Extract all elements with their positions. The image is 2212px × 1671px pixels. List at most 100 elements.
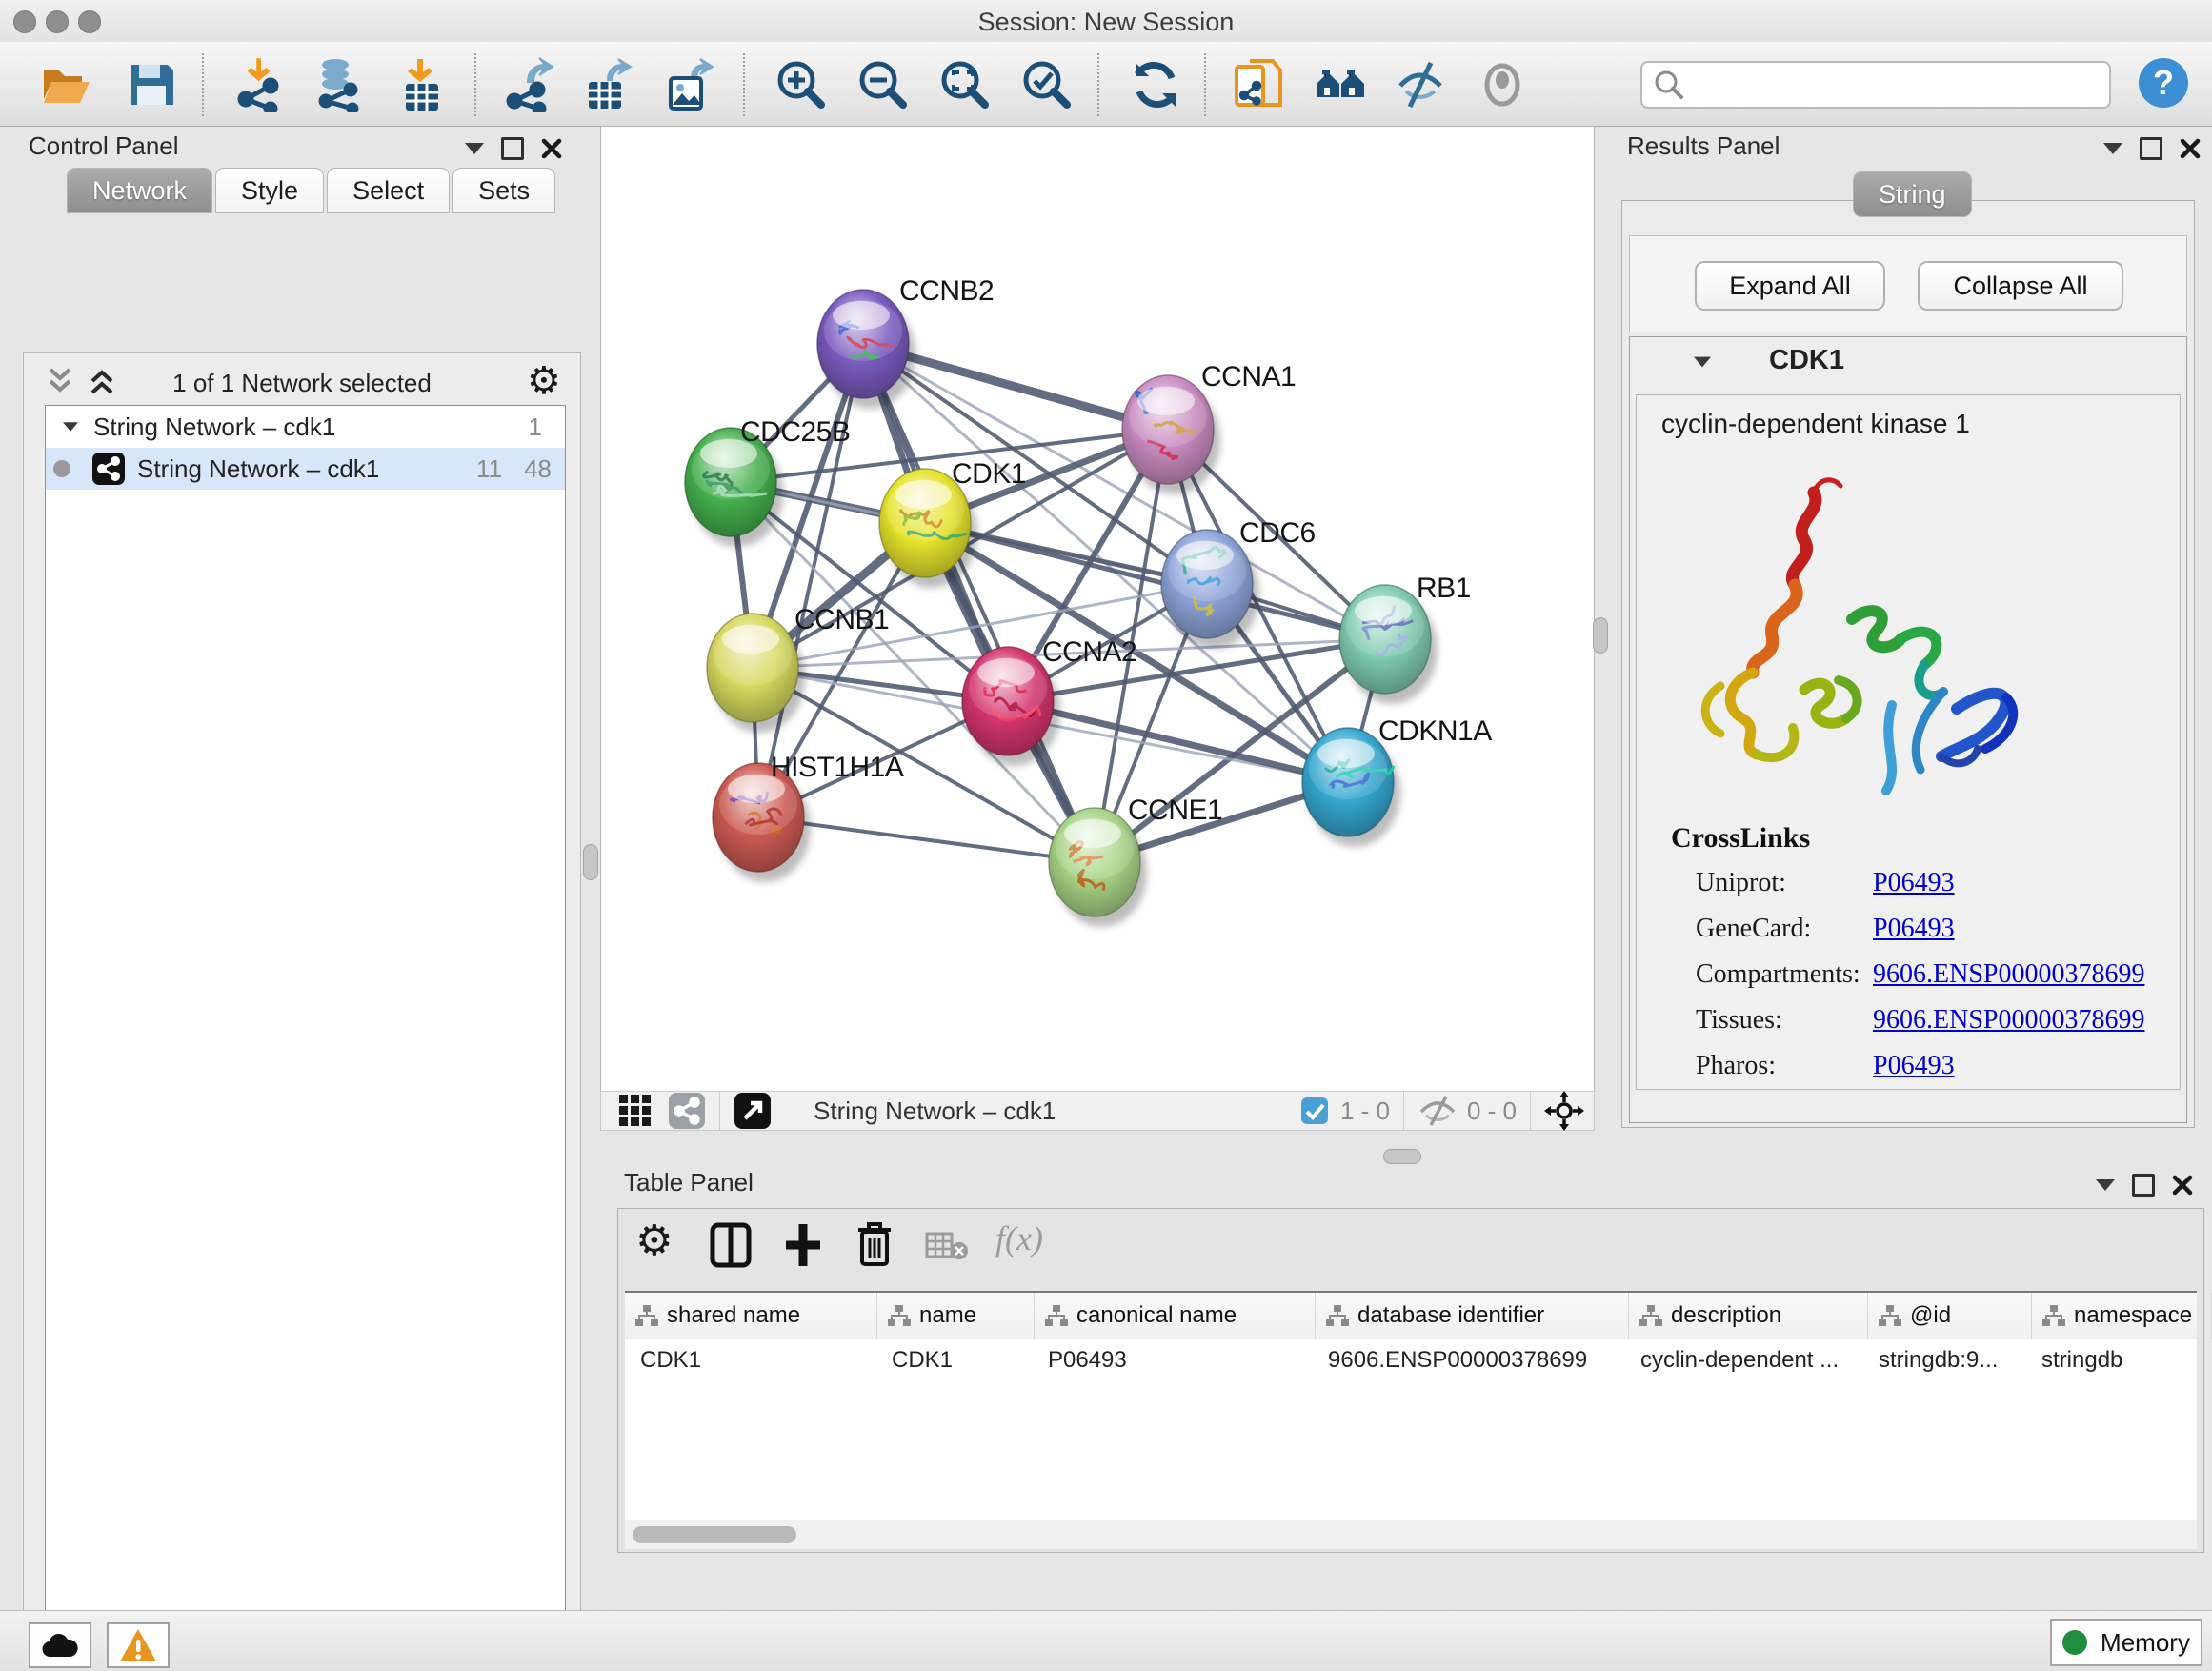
open-in-new-icon[interactable] — [734, 1092, 772, 1130]
crosslinks-list: Uniprot:P06493GeneCard:P06493Compartment… — [1637, 868, 2180, 1097]
float-panel-icon[interactable] — [2132, 1174, 2155, 1197]
vertical-splitter-handle[interactable] — [583, 844, 598, 880]
column-type-icon — [1639, 1303, 1663, 1328]
column-header-canonical-name[interactable]: canonical name — [1035, 1293, 1316, 1339]
network-view[interactable]: CCNB2CCNA1CDC25BCDK1CDC6RB1CCNB1CCNA2CDK… — [600, 126, 1595, 1093]
hidden-eye-icon — [1418, 1095, 1458, 1127]
table-options-gear-icon[interactable]: ⚙ — [635, 1217, 673, 1265]
crosslink-link[interactable]: P06493 — [1873, 868, 1955, 898]
network-tab-content: 1 of 1 Network selected ⚙ String Network… — [23, 352, 581, 1671]
column-header-namespace[interactable]: namespace — [2032, 1293, 2212, 1339]
export-image-icon[interactable] — [661, 57, 716, 112]
collapse-all-button[interactable]: Collapse All — [1918, 261, 2123, 311]
node-table-container: ⚙ f(x) shared namenamecanonical namedata… — [617, 1208, 2204, 1553]
import-network-from-file-icon[interactable] — [231, 57, 286, 112]
show-all-icon[interactable] — [1475, 57, 1530, 112]
vertical-splitter-handle[interactable] — [1593, 617, 1608, 654]
column-header-description[interactable]: description — [1629, 1293, 1868, 1339]
table-cell[interactable]: CDK1 — [876, 1347, 1033, 1374]
network-options-gear-icon[interactable]: ⚙ — [527, 359, 561, 403]
column-type-icon — [634, 1303, 659, 1328]
search-input[interactable] — [1692, 67, 2096, 101]
tab-select[interactable]: Select — [327, 168, 450, 213]
section-expander-icon[interactable] — [1694, 357, 1711, 368]
memory-button[interactable]: Memory — [2050, 1619, 2202, 1666]
panel-menu-icon[interactable] — [465, 143, 484, 154]
table-panel-title: Table Panel — [624, 1168, 754, 1198]
column-header-database-identifier[interactable]: database identifier — [1316, 1293, 1629, 1339]
table-cell[interactable]: cyclin-dependent ... — [1625, 1347, 1863, 1374]
scrollbar-thumb[interactable] — [633, 1526, 796, 1543]
edge-CDK1-RB1[interactable] — [925, 523, 1385, 639]
network-row[interactable]: String Network – cdk1 11 48 — [46, 448, 565, 490]
panel-menu-icon[interactable] — [2096, 1179, 2115, 1191]
new-network-from-selection-icon[interactable] — [1231, 57, 1286, 112]
column-type-icon — [1044, 1303, 1069, 1328]
column-header--id[interactable]: @id — [1868, 1293, 2032, 1339]
tab-network[interactable]: Network — [67, 168, 212, 213]
apply-preferred-layout-icon[interactable] — [1128, 57, 1183, 112]
export-table-icon[interactable] — [579, 57, 634, 112]
cloud-icon — [41, 1632, 79, 1659]
crosslink-label: Pharos: — [1696, 1051, 1776, 1081]
column-header-shared-name[interactable]: shared name — [625, 1293, 877, 1339]
warnings-button[interactable] — [107, 1622, 170, 1668]
close-panel-icon[interactable] — [2180, 138, 2201, 159]
import-network-from-database-icon[interactable] — [311, 57, 366, 112]
tree-expander-icon[interactable] — [63, 422, 78, 432]
table-horizontal-scrollbar[interactable] — [625, 1520, 2197, 1549]
edge-CCNB2-HIST1H1A[interactable] — [758, 344, 863, 817]
zoom-selected-icon[interactable] — [1019, 57, 1075, 112]
column-type-icon — [1878, 1303, 1902, 1328]
table-panel: Table Panel ⚙ f(x) shared namenamecanoni… — [594, 1139, 2212, 1610]
table-cell[interactable]: stringdb:9... — [1863, 1347, 2026, 1374]
hide-selection-icon[interactable] — [1393, 57, 1448, 112]
show-columns-icon[interactable] — [710, 1222, 752, 1268]
search-icon — [1650, 66, 1688, 104]
tab-string[interactable]: String — [1853, 171, 1972, 217]
expand-all-button[interactable]: Expand All — [1695, 261, 1885, 311]
save-session-icon[interactable] — [124, 57, 179, 112]
selected-checkbox-icon[interactable] — [1300, 1097, 1329, 1125]
create-column-icon[interactable] — [782, 1222, 824, 1268]
export-network-icon[interactable] — [501, 57, 556, 112]
zoom-in-icon[interactable] — [774, 57, 829, 112]
table-row[interactable]: CDK1CDK1P064939606.ENSP00000378699cyclin… — [625, 1339, 2197, 1381]
table-cell[interactable]: CDK1 — [625, 1347, 876, 1374]
toolbar-separator — [202, 53, 204, 116]
node-CCNB2[interactable] — [817, 290, 915, 409]
zoom-fit-icon[interactable] — [937, 57, 993, 112]
node-count: 11 — [476, 454, 502, 484]
cloud-status-button[interactable] — [29, 1622, 91, 1668]
panel-menu-icon[interactable] — [2103, 143, 2122, 154]
delete-column-icon[interactable] — [855, 1220, 895, 1268]
tab-style[interactable]: Style — [215, 168, 324, 213]
table-cell[interactable]: stringdb — [2026, 1347, 2205, 1374]
first-neighbors-icon[interactable] — [1313, 57, 1368, 112]
open-session-icon[interactable] — [38, 57, 93, 112]
crosslink-link[interactable]: 9606.ENSP00000378699 — [1873, 1005, 2144, 1036]
crosslink-link[interactable]: 9606.ENSP00000378699 — [1873, 959, 2144, 990]
thumbnail-grid-icon[interactable] — [616, 1092, 654, 1130]
zoom-out-icon[interactable] — [855, 57, 911, 112]
crosslink-link[interactable]: P06493 — [1873, 1051, 1955, 1081]
table-cell[interactable]: 9606.ENSP00000378699 — [1313, 1347, 1625, 1374]
node-CCNA1[interactable] — [1122, 375, 1220, 494]
float-panel-icon[interactable] — [501, 137, 524, 160]
table-cell[interactable]: P06493 — [1033, 1347, 1313, 1374]
network-graph[interactable]: CCNB2CCNA1CDC25BCDK1CDC6RB1CCNB1CCNA2CDK… — [601, 127, 1594, 1092]
crosslink-link[interactable]: P06493 — [1873, 914, 1955, 944]
tab-sets[interactable]: Sets — [452, 168, 555, 213]
close-panel-icon[interactable] — [2172, 1175, 2193, 1196]
network-selection-status: 1 of 1 Network selected — [24, 369, 580, 398]
network-collection-row[interactable]: String Network – cdk1 1 — [46, 406, 565, 448]
float-panel-icon[interactable] — [2140, 137, 2162, 160]
help-icon[interactable]: ? — [2136, 55, 2191, 111]
node-label-CDKN1A: CDKN1A — [1378, 715, 1492, 747]
column-header-name[interactable]: name — [877, 1293, 1035, 1339]
string-network-badge-icon[interactable] — [668, 1092, 706, 1130]
control-panel-tabs: NetworkStyleSelectSets — [67, 168, 558, 213]
close-panel-icon[interactable] — [541, 138, 562, 159]
pan-crosshair-icon[interactable] — [1544, 1091, 1584, 1131]
import-table-from-file-icon[interactable] — [394, 57, 450, 112]
